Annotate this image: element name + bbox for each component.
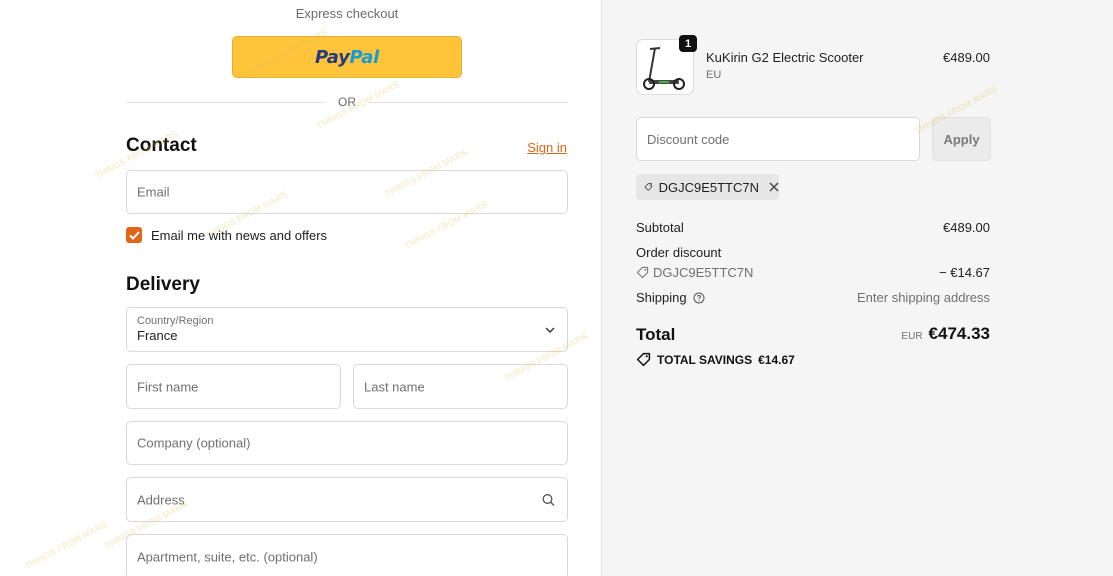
product-name: KuKirin G2 Electric Scooter [706, 50, 864, 65]
checkout-form-panel: Express checkout PayPal OR Contact Sign … [0, 0, 601, 576]
order-discount-value: − €14.67 [939, 265, 990, 280]
total-amount: EUR €474.33 [901, 324, 990, 344]
address-field[interactable]: Address [126, 477, 568, 522]
last-name-field[interactable]: Last name [353, 364, 568, 409]
apartment-field[interactable]: Apartment, suite, etc. (optional) [126, 534, 568, 576]
apply-discount-button[interactable]: Apply [932, 117, 991, 161]
subtotal-value: €489.00 [943, 220, 990, 235]
newsletter-checkbox[interactable] [126, 227, 142, 243]
country-select[interactable]: Country/Region France [126, 307, 568, 352]
apartment-placeholder: Apartment, suite, etc. (optional) [137, 549, 318, 564]
tag-icon [636, 352, 651, 367]
sign-in-link[interactable]: Sign in [527, 140, 567, 155]
product-variant: EU [706, 69, 722, 81]
order-summary-panel: 1 KuKirin G2 Electric Scooter EU €489.00… [601, 0, 1113, 576]
order-discount-code-row: DGJC9E5TTC7N [636, 265, 753, 280]
total-currency: EUR [901, 331, 923, 342]
product-price: €489.00 [943, 50, 990, 65]
shipping-row: Shipping [636, 290, 705, 305]
total-value: €474.33 [928, 324, 990, 343]
help-icon[interactable] [693, 292, 705, 304]
first-name-field[interactable]: First name [126, 364, 341, 409]
order-discount-label: Order discount [636, 245, 722, 260]
email-placeholder: Email [137, 184, 170, 200]
total-savings: TOTAL SAVINGS €14.67 [636, 352, 795, 367]
subtotal-label: Subtotal [636, 220, 684, 235]
email-field[interactable]: Email [126, 170, 568, 214]
applied-discount-chip: DGJC9E5TTC7N [636, 174, 779, 200]
remove-discount-button[interactable] [769, 182, 779, 192]
savings-label: TOTAL SAVINGS [657, 352, 753, 367]
contact-title: Contact [126, 135, 197, 156]
country-value: France [137, 328, 178, 343]
newsletter-option[interactable]: Email me with news and offers [126, 226, 327, 244]
checkmark-icon [128, 230, 140, 240]
order-discount-code: DGJC9E5TTC7N [653, 265, 754, 280]
company-field[interactable]: Company (optional) [126, 421, 568, 465]
paypal-button[interactable]: PayPal [232, 36, 462, 78]
tag-icon [636, 266, 649, 279]
tag-icon [644, 183, 653, 191]
divider-line-right [368, 102, 568, 103]
shipping-label: Shipping [636, 290, 687, 305]
paypal-logo: PayPal [315, 46, 379, 68]
close-icon [769, 182, 779, 192]
discount-code-field[interactable]: Discount code [636, 117, 920, 161]
shipping-value: Enter shipping address [857, 290, 990, 305]
address-placeholder: Address [137, 492, 185, 507]
country-label: Country/Region [137, 315, 214, 327]
chevron-down-icon [545, 327, 555, 333]
express-checkout-label: Express checkout [295, 6, 399, 21]
newsletter-label: Email me with news and offers [151, 227, 328, 243]
company-placeholder: Company (optional) [137, 435, 251, 451]
delivery-title: Delivery [126, 274, 200, 295]
savings-value: €14.67 [758, 352, 795, 367]
total-label: Total [636, 325, 676, 344]
quantity-badge: 1 [679, 35, 697, 52]
last-name-placeholder: Last name [364, 379, 425, 394]
or-divider: OR [126, 95, 568, 111]
discount-placeholder: Discount code [647, 132, 730, 147]
applied-discount-code: DGJC9E5TTC7N [658, 179, 759, 195]
first-name-placeholder: First name [137, 379, 199, 394]
search-icon[interactable] [542, 493, 555, 506]
